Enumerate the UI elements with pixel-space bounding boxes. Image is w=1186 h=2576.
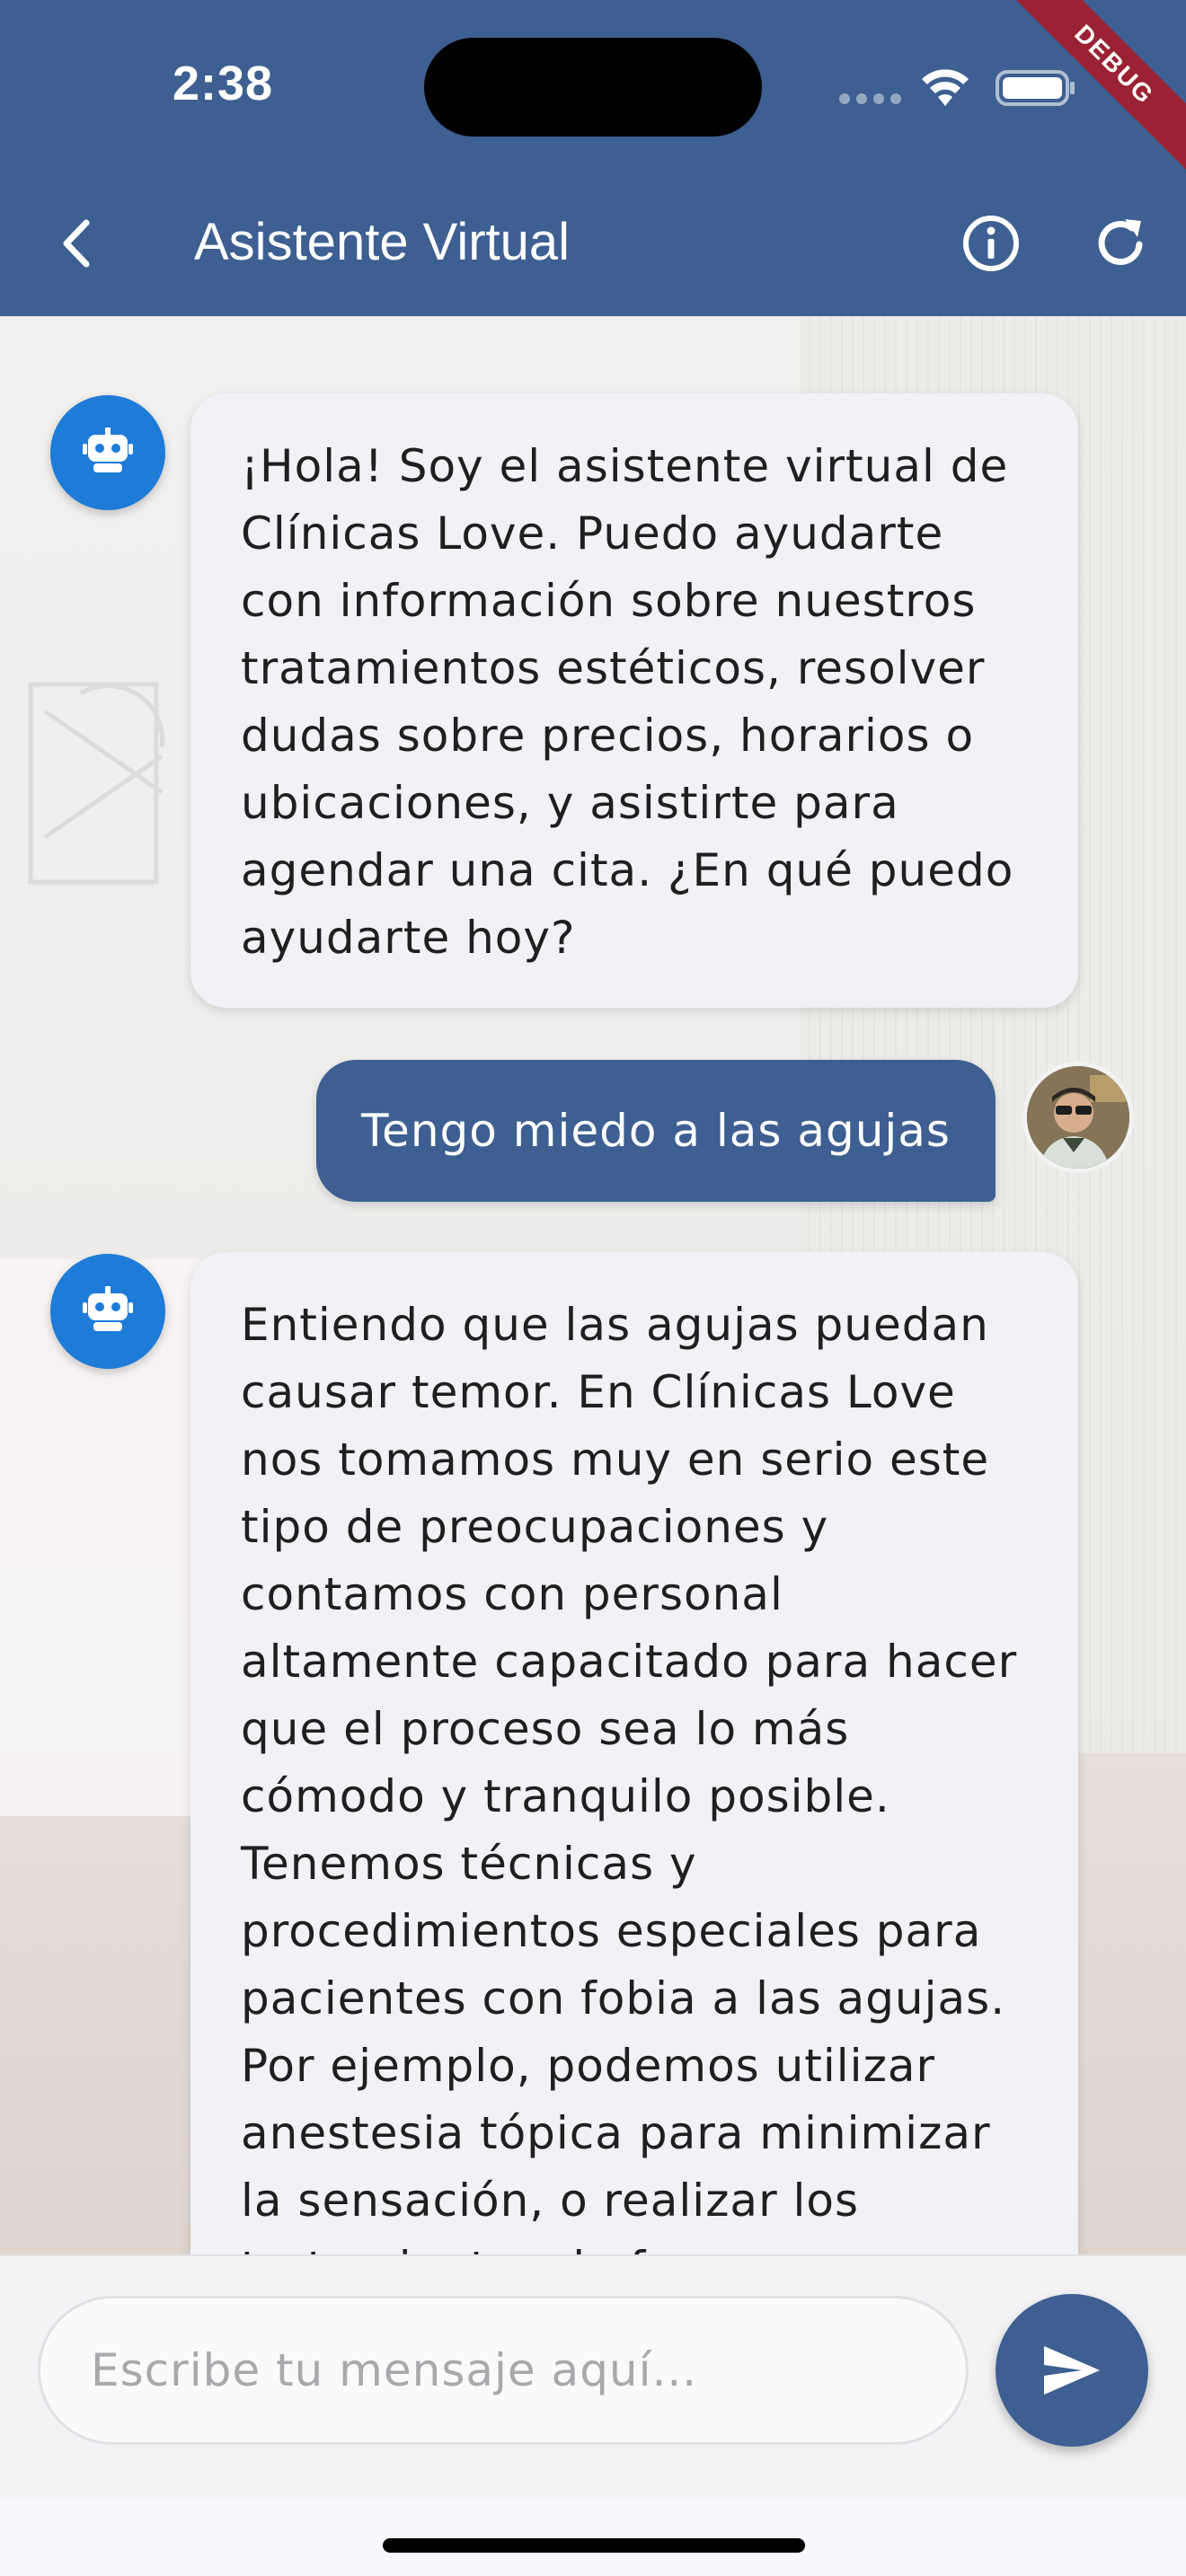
back-button[interactable] (50, 212, 101, 275)
user-message-bubble: Tengo miedo a las agujas (316, 1060, 996, 1202)
dynamic-island (424, 38, 762, 137)
message-list[interactable]: ¡Hola! Soy el asistente virtual de Clíni… (0, 316, 1186, 2254)
message-text: Tengo miedo a las agujas (361, 1105, 951, 1157)
status-time: 2:38 (173, 57, 274, 110)
chat-screen: 2:38 Asistente Virtual DEBUG ¡Hola! Soy … (0, 0, 1186, 2576)
bot-avatar (50, 1254, 165, 1369)
battery-icon (996, 70, 1075, 106)
robot-icon (83, 1286, 133, 1331)
bot-message-bubble: Entiendo que las agujas puedan causar te… (190, 1252, 1078, 2254)
cellular-signal-icon (839, 93, 902, 106)
background-decor (28, 682, 165, 885)
message-input[interactable] (38, 2296, 969, 2445)
message-text: ¡Hola! Soy el asistente virtual de Clíni… (241, 440, 1014, 964)
message-text: Entiendo que las agujas puedan causar te… (241, 1299, 1018, 2254)
composer-bar (0, 2254, 1186, 2499)
info-button[interactable] (960, 212, 1022, 275)
user-avatar (1022, 1062, 1134, 1173)
home-indicator[interactable] (383, 2538, 805, 2553)
wifi-icon (922, 69, 969, 106)
robot-icon (83, 428, 133, 472)
page-title: Asistente Virtual (194, 213, 571, 271)
app-bar: 2:38 Asistente Virtual (0, 0, 1186, 316)
refresh-button[interactable] (1089, 212, 1152, 275)
send-icon (1044, 2346, 1100, 2395)
home-area (0, 2499, 1186, 2576)
bot-message-bubble: ¡Hola! Soy el asistente virtual de Clíni… (190, 393, 1078, 1008)
bot-avatar (50, 395, 165, 510)
send-button[interactable] (996, 2294, 1148, 2447)
